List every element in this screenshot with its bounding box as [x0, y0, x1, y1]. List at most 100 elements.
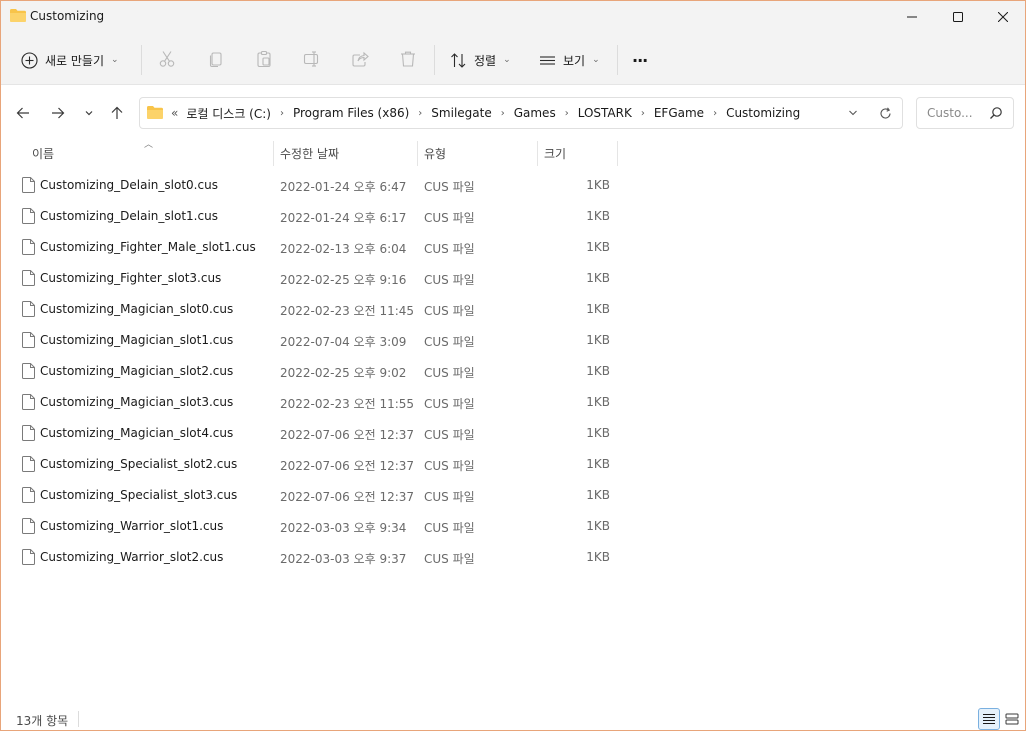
title-bar[interactable]: Customizing [1, 1, 1025, 33]
folder-icon [147, 106, 163, 119]
rename-icon [303, 51, 319, 67]
file-icon [22, 456, 35, 472]
new-button-label: 새로 만들기 [45, 53, 105, 68]
table-row[interactable]: Customizing_Fighter_slot3.cus 2022-02-25 … [1, 263, 641, 294]
table-row[interactable]: Customizing_Magician_slot4.cus 2022-07-06… [1, 418, 641, 449]
sort-icon [451, 52, 466, 68]
share-button[interactable] [350, 49, 370, 69]
file-icon [22, 487, 35, 503]
arrow-right-icon [52, 107, 65, 119]
breadcrumb-item[interactable]: EFGame [654, 106, 704, 120]
file-size: 1KB [586, 488, 610, 502]
file-name[interactable]: Customizing_Magician_slot1.cus [40, 333, 233, 347]
table-row[interactable]: Customizing_Specialist_slot3.cus 2022-07-… [1, 480, 641, 511]
table-row[interactable]: Customizing_Fighter_Male_slot1.cus 2022-0… [1, 232, 641, 263]
details-view-icon [983, 714, 995, 724]
view-list-icon [540, 55, 555, 65]
search-input[interactable]: Custo... [927, 106, 973, 120]
file-name[interactable]: Customizing_Magician_slot3.cus [40, 395, 233, 409]
thumbnails-view-button[interactable] [1001, 708, 1023, 730]
table-row[interactable]: Customizing_Warrior_slot2.cus 2022-03-03 … [1, 542, 641, 573]
refresh-button[interactable] [875, 104, 895, 122]
paste-button[interactable] [254, 49, 274, 69]
rename-button[interactable] [302, 49, 322, 69]
delete-button[interactable] [398, 49, 418, 69]
file-icon [22, 301, 35, 317]
file-name[interactable]: Customizing_Specialist_slot3.cus [40, 488, 237, 502]
table-row[interactable]: Customizing_Magician_slot1.cus 2022-07-04… [1, 325, 641, 356]
file-name[interactable]: Customizing_Magician_slot0.cus [40, 302, 233, 316]
file-name[interactable]: Customizing_Specialist_slot2.cus [40, 457, 237, 471]
minimize-button[interactable] [889, 1, 935, 33]
file-icon [22, 425, 35, 441]
sort-label: 정렬 [474, 53, 497, 68]
cut-button[interactable] [157, 49, 177, 69]
file-name[interactable]: Customizing_Warrior_slot1.cus [40, 519, 223, 533]
column-header-size[interactable]: 크기 [544, 141, 566, 166]
file-type: CUS 파일 [424, 397, 475, 411]
up-button[interactable] [105, 99, 129, 127]
chevron-right-icon[interactable]: › [641, 108, 645, 119]
file-name[interactable]: Customizing_Delain_slot1.cus [40, 209, 218, 223]
column-label: 유형 [424, 147, 447, 161]
column-header-name[interactable]: 이름 [32, 141, 54, 166]
chevron-right-icon[interactable]: › [418, 108, 422, 119]
sort-button[interactable]: 정렬 ⌄ [450, 44, 511, 76]
breadcrumb-item[interactable]: Program Files (x86) [293, 106, 409, 120]
table-row[interactable]: Customizing_Warrior_slot1.cus 2022-03-03 … [1, 511, 641, 542]
chevron-right-icon[interactable]: › [280, 108, 284, 119]
maximize-button[interactable] [935, 1, 981, 33]
chevron-right-icon[interactable]: › [565, 108, 569, 119]
file-icon [22, 549, 35, 565]
table-row[interactable]: Customizing_Specialist_slot2.cus 2022-07-… [1, 449, 641, 480]
file-name[interactable]: Customizing_Delain_slot0.cus [40, 178, 218, 192]
recent-locations-button[interactable] [77, 99, 101, 127]
table-row[interactable]: Customizing_Magician_slot0.cus 2022-02-23… [1, 294, 641, 325]
new-button[interactable]: 새로 만들기 ⌄ [15, 44, 125, 76]
file-name[interactable]: Customizing_Magician_slot2.cus [40, 364, 233, 378]
column-divider[interactable] [417, 141, 418, 166]
breadcrumb-item[interactable]: Smilegate [431, 106, 491, 120]
clipboard-icon [257, 50, 271, 68]
file-name[interactable]: Customizing_Warrior_slot2.cus [40, 550, 223, 564]
chevron-right-icon[interactable]: › [501, 108, 505, 119]
column-divider[interactable] [617, 141, 618, 166]
view-button[interactable]: 보기 ⌄ [539, 44, 600, 76]
file-name[interactable]: Customizing_Fighter_Male_slot1.cus [40, 240, 256, 254]
file-name[interactable]: Customizing_Fighter_slot3.cus [40, 271, 221, 285]
back-button[interactable] [11, 99, 35, 127]
file-date: 2022-07-06 오전 12:37 [280, 459, 415, 473]
column-divider[interactable] [537, 141, 538, 166]
column-header-date[interactable]: 수정한 날짜 [280, 141, 339, 166]
breadcrumb-item[interactable]: Games [514, 106, 556, 120]
column-header-type[interactable]: 유형 [424, 141, 446, 166]
copy-button[interactable] [206, 49, 226, 69]
breadcrumb-item[interactable]: Customizing [726, 106, 800, 120]
file-name[interactable]: Customizing_Magician_slot4.cus [40, 426, 233, 440]
folder-icon [10, 9, 26, 22]
close-button[interactable] [980, 1, 1026, 33]
details-view-button[interactable] [978, 708, 1000, 730]
window-title: Customizing [30, 9, 105, 23]
file-type: CUS 파일 [424, 366, 475, 380]
column-divider[interactable] [273, 141, 274, 166]
search-icon[interactable] [989, 106, 1003, 120]
command-bar: 새로 만들기 ⌄ 정렬 ⌄ 보기 ⌄ ··· [1, 33, 1025, 85]
chevron-right-icon[interactable]: › [713, 108, 717, 119]
breadcrumb-item[interactable]: 로컬 디스크 (C:) [186, 105, 271, 122]
table-row[interactable]: Customizing_Delain_slot0.cus 2022-01-24 오… [1, 170, 641, 201]
file-icon [22, 518, 35, 534]
more-options-button[interactable]: ··· [632, 44, 648, 76]
file-list: Customizing_Delain_slot0.cus 2022-01-24 오… [1, 170, 641, 573]
table-row[interactable]: Customizing_Delain_slot1.cus 2022-01-24 오… [1, 201, 641, 232]
address-bar[interactable]: « 로컬 디스크 (C:) › Program Files (x86) › Sm… [139, 97, 903, 129]
search-box[interactable]: Custo... [916, 97, 1014, 129]
table-row[interactable]: Customizing_Magician_slot3.cus 2022-02-23… [1, 387, 641, 418]
forward-button[interactable] [46, 99, 70, 127]
address-dropdown-button[interactable] [843, 104, 863, 122]
arrow-left-icon [16, 107, 29, 119]
table-row[interactable]: Customizing_Magician_slot2.cus 2022-02-25… [1, 356, 641, 387]
file-icon [22, 394, 35, 410]
breadcrumb-overflow[interactable]: « [171, 106, 178, 120]
breadcrumb-item[interactable]: LOSTARK [578, 106, 632, 120]
